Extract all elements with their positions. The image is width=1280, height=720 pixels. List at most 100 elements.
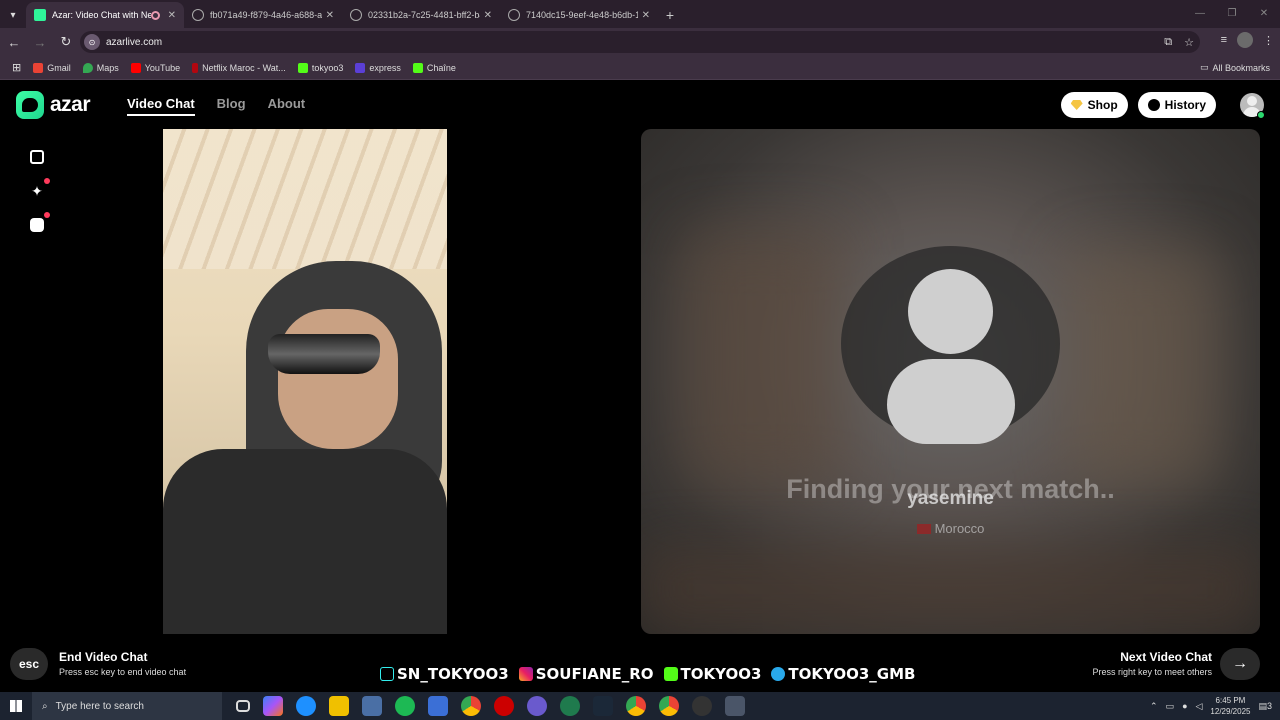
esc-button[interactable]: esc xyxy=(10,648,48,680)
tab-azar[interactable]: Azar: Video Chat with New ✕ xyxy=(26,2,184,28)
profile-avatar[interactable] xyxy=(1237,32,1253,48)
telegram-icon xyxy=(771,667,786,681)
reading-list-icon[interactable]: ≡ xyxy=(1221,34,1227,46)
address-bar[interactable]: ⊙ azarlive.com ⧉ ☆ xyxy=(80,31,1200,53)
spotify-icon[interactable] xyxy=(395,696,415,716)
cast-icon[interactable]: ⧉ xyxy=(1164,36,1172,49)
chrome-icon[interactable] xyxy=(461,696,481,716)
recording-icon xyxy=(150,10,160,20)
tab-4[interactable]: 7140dc15-9eef-4e48-b6db-12b ✕ xyxy=(500,2,658,28)
peer-avatar-body xyxy=(887,359,1015,444)
nav-video-chat[interactable]: Video Chat xyxy=(127,96,195,116)
close-icon[interactable]: ✕ xyxy=(326,10,334,21)
tab-search-icon[interactable]: ▾ xyxy=(0,2,26,28)
close-icon[interactable]: ✕ xyxy=(168,10,176,21)
tab-3[interactable]: 02331b2a-7c25-4481-bff2-b43 ✕ xyxy=(342,2,500,28)
end-chat-title: End Video Chat xyxy=(59,650,148,664)
reload-icon[interactable]: ↻ xyxy=(54,30,78,54)
copilot-icon[interactable] xyxy=(263,696,283,716)
bookmark-maps[interactable]: Maps xyxy=(82,62,119,73)
app-active-icon[interactable] xyxy=(725,696,745,716)
apps-icon[interactable]: ⊞ xyxy=(12,61,21,74)
express-icon xyxy=(355,62,366,73)
bookmark-youtube[interactable]: YouTube xyxy=(130,62,180,73)
bookmark-express[interactable]: express xyxy=(355,62,401,73)
bookmark-star-icon[interactable]: ☆ xyxy=(1184,36,1194,49)
bookmark-tokyoo3[interactable]: tokyoo3 xyxy=(297,62,344,73)
utorrent-icon[interactable] xyxy=(560,696,580,716)
chevron-up-icon[interactable]: ⌃ xyxy=(1150,701,1158,712)
tab-2[interactable]: fb071a49-f879-4a46-a688-a78 ✕ xyxy=(184,2,342,28)
country-label: Morocco xyxy=(934,521,985,536)
steam-icon[interactable] xyxy=(593,696,613,716)
notifications-icon[interactable]: ▤3 xyxy=(1258,701,1272,712)
site-info-icon[interactable]: ⊙ xyxy=(84,34,100,50)
store-icon[interactable] xyxy=(362,696,382,716)
history-button[interactable]: History xyxy=(1137,92,1216,118)
volume-icon[interactable]: ◁ xyxy=(1196,701,1203,712)
back-icon[interactable]: ← xyxy=(2,30,26,54)
shop-button[interactable]: Shop xyxy=(1060,92,1128,118)
obs-icon[interactable] xyxy=(692,696,712,716)
effects-sparkle-icon[interactable]: ✦ xyxy=(29,178,50,199)
social-handle: TOKYOO3_GMB xyxy=(788,665,916,683)
edge-icon[interactable] xyxy=(296,696,316,716)
online-status-icon xyxy=(1257,111,1265,119)
bookmark-netflix[interactable]: Netflix Maroc - Wat... xyxy=(192,62,286,73)
face-filter-icon[interactable] xyxy=(29,212,50,233)
close-icon[interactable]: ✕ xyxy=(642,10,650,21)
maps-icon xyxy=(82,62,93,73)
all-bookmarks[interactable]: ▭ All Bookmarks xyxy=(1200,62,1270,73)
forward-icon[interactable]: → xyxy=(28,30,52,54)
start-button[interactable] xyxy=(0,692,32,720)
peer-country: Morocco xyxy=(641,521,1260,536)
network-icon[interactable]: ▭ xyxy=(1166,701,1175,712)
close-window-icon[interactable]: ✕ xyxy=(1248,0,1280,26)
minimize-icon[interactable]: — xyxy=(1184,0,1216,26)
app-purple-icon[interactable] xyxy=(527,696,547,716)
menu-icon[interactable]: ⋮ xyxy=(1263,34,1274,47)
app-red-icon[interactable] xyxy=(494,696,514,716)
nav-about[interactable]: About xyxy=(268,96,306,116)
netflix-icon xyxy=(192,62,199,73)
search-icon: ⌕ xyxy=(42,700,48,712)
nav-blog[interactable]: Blog xyxy=(217,96,246,116)
social-handle: SN_TOKYOO3 xyxy=(397,665,509,683)
bookmark-label: Gmail xyxy=(47,62,71,73)
peer-video-panel: Finding your next match.. yasemine Moroc… xyxy=(641,129,1260,634)
minimize-video-icon[interactable] xyxy=(29,149,45,165)
azar-logo-icon xyxy=(16,91,44,119)
shop-label: Shop xyxy=(1087,98,1118,112)
mic-icon[interactable]: ● xyxy=(1182,701,1187,711)
end-chat-hint: Press esc key to end video chat xyxy=(59,667,187,677)
gmail-icon xyxy=(33,62,44,73)
file-explorer-icon[interactable] xyxy=(329,696,349,716)
bookmark-label: tokyoo3 xyxy=(311,62,344,73)
system-clock[interactable]: 6:45 PM 12/29/2025 xyxy=(1210,695,1250,717)
social-telegram: TOKYOO3_GMB xyxy=(771,665,915,683)
site-header: azar Video Chat Blog About Shop History xyxy=(0,81,1280,129)
windows-taskbar: ⌕ Type here to search ⌃ ▭ ● ◁ 6:45 PM 12… xyxy=(0,692,1280,720)
taskbar-search[interactable]: ⌕ Type here to search xyxy=(32,692,222,720)
bookmark-label: Netflix Maroc - Wat... xyxy=(202,62,286,73)
chrome-profile-icon[interactable] xyxy=(626,696,646,716)
pinned-apps xyxy=(236,696,745,716)
bookmark-chaine[interactable]: Chaîne xyxy=(412,62,456,73)
task-view-icon[interactable] xyxy=(236,700,250,712)
url-text[interactable]: azarlive.com xyxy=(106,37,162,48)
social-tiktok: SN_TOKYOO3 xyxy=(380,665,509,683)
bookmark-gmail[interactable]: Gmail xyxy=(33,62,71,73)
mail-icon[interactable] xyxy=(428,696,448,716)
logo-text: azar xyxy=(50,93,91,116)
close-icon[interactable]: ✕ xyxy=(484,10,492,21)
bookmark-label: Maps xyxy=(96,62,119,73)
chrome-profile-2-icon[interactable] xyxy=(659,696,679,716)
social-handle: SOUFIANE_RO xyxy=(535,665,654,683)
azar-favicon-icon xyxy=(34,9,46,21)
azar-logo[interactable]: azar xyxy=(16,91,91,119)
arrow-right-icon: → xyxy=(1232,655,1248,672)
globe-icon xyxy=(350,9,362,21)
next-button[interactable]: → xyxy=(1220,648,1260,680)
new-tab-button[interactable]: + xyxy=(658,2,682,28)
restore-icon[interactable]: ❐ xyxy=(1216,0,1248,26)
